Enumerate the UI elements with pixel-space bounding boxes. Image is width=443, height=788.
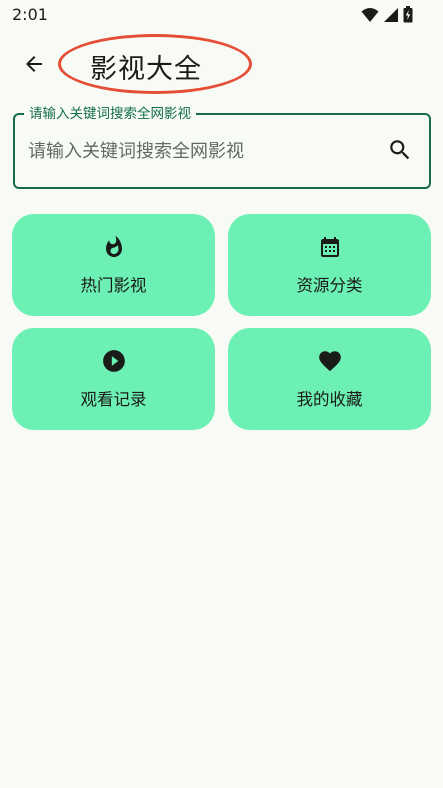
app-bar: 影视大全 xyxy=(0,34,443,94)
search-field[interactable]: 请输入关键词搜索全网影视 xyxy=(13,105,431,189)
status-time: 2:01 xyxy=(12,5,48,24)
tile-label: 观看记录 xyxy=(80,390,147,409)
search-button[interactable] xyxy=(385,137,415,167)
play-circle-icon xyxy=(101,348,127,374)
status-icons xyxy=(361,6,413,27)
fire-icon xyxy=(101,234,127,260)
categories-tile[interactable]: 资源分类 xyxy=(228,214,431,316)
watch-history-tile[interactable]: 观看记录 xyxy=(12,328,215,430)
favorites-tile[interactable]: 我的收藏 xyxy=(228,328,431,430)
battery-icon xyxy=(403,6,413,27)
tile-label: 资源分类 xyxy=(296,276,363,295)
arrow-left-icon xyxy=(22,52,46,80)
search-field-label: 请输入关键词搜索全网影视 xyxy=(24,105,196,123)
search-icon xyxy=(387,137,413,167)
signal-icon xyxy=(383,7,399,27)
page-title: 影视大全 xyxy=(90,54,202,85)
back-button[interactable] xyxy=(14,46,54,86)
tile-label: 我的收藏 xyxy=(296,390,363,409)
calendar-icon xyxy=(317,234,343,260)
heart-icon xyxy=(317,348,343,374)
search-input[interactable] xyxy=(28,137,378,165)
wifi-icon xyxy=(361,7,379,27)
tile-label: 热门影视 xyxy=(80,276,147,295)
hot-videos-tile[interactable]: 热门影视 xyxy=(12,214,215,316)
status-bar: 2:01 xyxy=(0,0,443,30)
